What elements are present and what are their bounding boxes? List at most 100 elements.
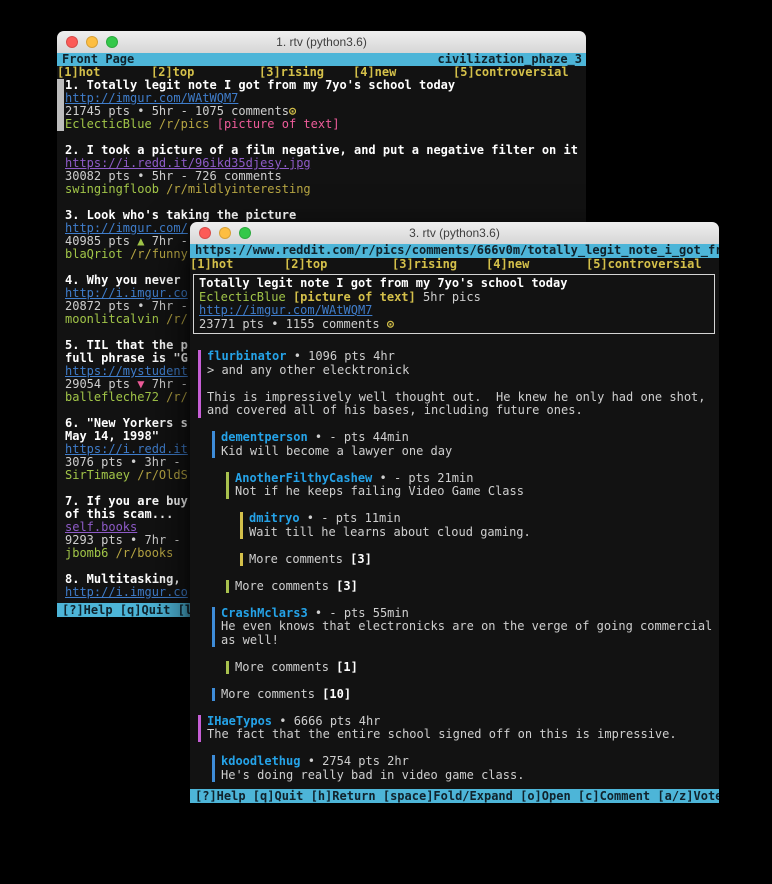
submission-meta: 5hr pics xyxy=(416,290,481,304)
comment-header: kdoodlethug • 2754 pts 2hr xyxy=(221,755,719,769)
comment-body-line: Kid will become a lawyer one day xyxy=(221,445,719,459)
comment-item: kdoodlethug • 2754 pts 2hrHe's doing rea… xyxy=(212,755,719,782)
submission-stats-row: 23771 pts • 1155 comments ⊙ xyxy=(199,318,709,332)
comment-body-line: > and any other elecktronick xyxy=(207,364,719,378)
post-author[interactable]: EclecticBlue xyxy=(65,117,152,131)
submission-author[interactable]: EclecticBlue xyxy=(199,290,286,304)
post-subreddit[interactable]: /r/ xyxy=(159,390,188,404)
comment-meta: • - pts 21min xyxy=(372,471,473,485)
submission-box[interactable]: Totally legit note I got from my 7yo's s… xyxy=(193,274,715,334)
window-comments: 3. rtv (python3.6) https://www.reddit.co… xyxy=(190,222,719,803)
post-link[interactable]: http://i.imgur.co xyxy=(65,585,188,599)
comment-header: CrashMclars3 • - pts 55min xyxy=(221,607,719,621)
more-comments-label: More comments xyxy=(235,660,336,674)
comment-body-line: He even knows that electronicks are on t… xyxy=(221,620,719,634)
comment-body-line: This is impressively well thought out. H… xyxy=(207,391,719,405)
post-subreddit[interactable]: /r/books xyxy=(108,546,173,560)
comment-item: CrashMclars3 • - pts 55minHe even knows … xyxy=(212,607,719,648)
close-button[interactable] xyxy=(66,36,78,48)
comment-list: flurbinator • 1096 pts 4hr> and any othe… xyxy=(190,350,719,782)
post-author[interactable]: ballefleche72 xyxy=(65,390,159,404)
post-byline: EclecticBlue /r/pics [picture of text] xyxy=(65,118,586,131)
zoom-button[interactable] xyxy=(106,36,118,48)
comment-depth-bar: flurbinator • 1096 pts 4hr> and any othe… xyxy=(198,350,719,418)
url-bar: https://www.reddit.com/r/pics/comments/6… xyxy=(190,244,719,258)
more-comments-label: More comments xyxy=(235,579,336,593)
more-comments[interactable]: More comments [3] xyxy=(240,553,719,567)
close-button[interactable] xyxy=(199,227,211,239)
tab-3rising[interactable]: [3]rising xyxy=(392,258,486,272)
tab-1hot[interactable]: [1]hot xyxy=(190,258,284,272)
post-flair: [picture of text] xyxy=(210,117,340,131)
comment-depth-bar: CrashMclars3 • - pts 55minHe even knows … xyxy=(212,607,719,648)
comment-author[interactable]: flurbinator xyxy=(207,349,286,363)
post-subreddit[interactable]: /r/ xyxy=(159,312,188,326)
tab-5controversial[interactable]: [5]controversial xyxy=(453,66,553,79)
tab-5controversial[interactable]: [5]controversial xyxy=(586,258,686,272)
post-subreddit[interactable]: /r/OldS xyxy=(130,468,188,482)
comment-author[interactable]: dmitryo xyxy=(249,511,300,525)
tab-2top[interactable]: [2]top xyxy=(284,258,392,272)
comment-author[interactable]: AnotherFilthyCashew xyxy=(235,471,372,485)
submission-stats: 23771 pts • 1155 comments xyxy=(199,317,387,331)
comment-meta: • - pts 44min xyxy=(308,430,409,444)
comment-body-line: Not if he keeps failing Video Game Class xyxy=(235,485,719,499)
post-author[interactable]: SirTimaey xyxy=(65,468,130,482)
window-title: 3. rtv (python3.6) xyxy=(409,226,500,240)
comment-meta: • 6666 pts 4hr xyxy=(272,714,380,728)
comment-depth-bar: IHaeTypos • 6666 pts 4hrThe fact that th… xyxy=(198,715,719,742)
comment-depth-bar: More comments [1] xyxy=(226,661,719,675)
submission-title: Totally legit note I got from my 7yo's s… xyxy=(199,277,709,291)
post-subreddit[interactable]: /r/funny xyxy=(123,247,188,261)
post-link[interactable]: self.books xyxy=(65,520,137,534)
minimize-button[interactable] xyxy=(219,227,231,239)
more-comments-count: [3] xyxy=(336,579,358,593)
comment-depth-bar: dmitryo • - pts 11minWait till he learns… xyxy=(240,512,719,539)
more-comments[interactable]: More comments [10] xyxy=(212,688,719,702)
titlebar[interactable]: 1. rtv (python3.6) xyxy=(57,31,586,54)
post-link[interactable]: https://i.redd.it/96ikd35djesy.jpg xyxy=(65,156,311,170)
status-bar: [?]Help [q]Quit [h]Return [space]Fold/Ex… xyxy=(190,789,719,803)
zoom-button[interactable] xyxy=(239,227,251,239)
comment-item: flurbinator • 1096 pts 4hr> and any othe… xyxy=(198,350,719,418)
post-link[interactable]: http://imgur.com/WAtWQM7 xyxy=(65,91,238,105)
post-author[interactable]: jbomb6 xyxy=(65,546,108,560)
post-author[interactable]: swingingfloob xyxy=(65,182,159,196)
comment-body-line: Wait till he learns about cloud gaming. xyxy=(249,526,719,540)
more-comments[interactable]: More comments [1] xyxy=(226,661,719,675)
window-title: 1. rtv (python3.6) xyxy=(276,35,367,49)
post-author[interactable]: moonlitcalvin xyxy=(65,312,159,326)
comment-author[interactable]: CrashMclars3 xyxy=(221,606,308,620)
post-link[interactable]: https://mystudent xyxy=(65,364,188,378)
tab-4new[interactable]: [4]new xyxy=(486,258,586,272)
post-author[interactable]: blaQriot xyxy=(65,247,123,261)
post-subreddit[interactable]: /r/pics xyxy=(152,117,210,131)
comment-author[interactable]: kdoodlethug xyxy=(221,754,300,768)
more-comments-count: [1] xyxy=(336,660,358,674)
more-comments-count: [10] xyxy=(322,687,351,701)
window-controls xyxy=(66,36,118,48)
more-comments-count: [3] xyxy=(350,552,372,566)
comment-body-line: The fact that the entire school signed o… xyxy=(207,728,719,742)
selection-cursor xyxy=(57,79,64,131)
post-byline: swingingfloob /r/mildlyinteresting xyxy=(65,183,586,196)
post-link[interactable]: http://imgur.com/ xyxy=(65,221,188,235)
comment-body-line: He's doing really bad in video game clas… xyxy=(221,769,719,783)
minimize-button[interactable] xyxy=(86,36,98,48)
comment-item: IHaeTypos • 6666 pts 4hrThe fact that th… xyxy=(198,715,719,742)
submission-link[interactable]: http://imgur.com/WAtWQM7 xyxy=(199,303,372,317)
post-link[interactable]: http://i.imgur.co xyxy=(65,286,188,300)
comment-author[interactable]: IHaeTypos xyxy=(207,714,272,728)
more-comments-label: More comments xyxy=(249,552,350,566)
post-link[interactable]: https://i.redd.it xyxy=(65,442,188,456)
comment-item: dementperson • - pts 44minKid will becom… xyxy=(212,431,719,458)
more-comments[interactable]: More comments [3] xyxy=(226,580,719,594)
titlebar[interactable]: 3. rtv (python3.6) xyxy=(190,222,719,245)
comment-header: IHaeTypos • 6666 pts 4hr xyxy=(207,715,719,729)
comment-depth-bar: kdoodlethug • 2754 pts 2hrHe's doing rea… xyxy=(212,755,719,782)
post-subreddit[interactable]: /r/mildlyinteresting xyxy=(159,182,311,196)
comment-author[interactable]: dementperson xyxy=(221,430,308,444)
sort-tabs: [1]hot[2]top[3]rising[4]new[5]controvers… xyxy=(190,258,719,272)
post-item: 2. I took a picture of a film negative, … xyxy=(65,144,586,196)
post-item: 1. Totally legit note I got from my 7yo'… xyxy=(65,79,586,131)
